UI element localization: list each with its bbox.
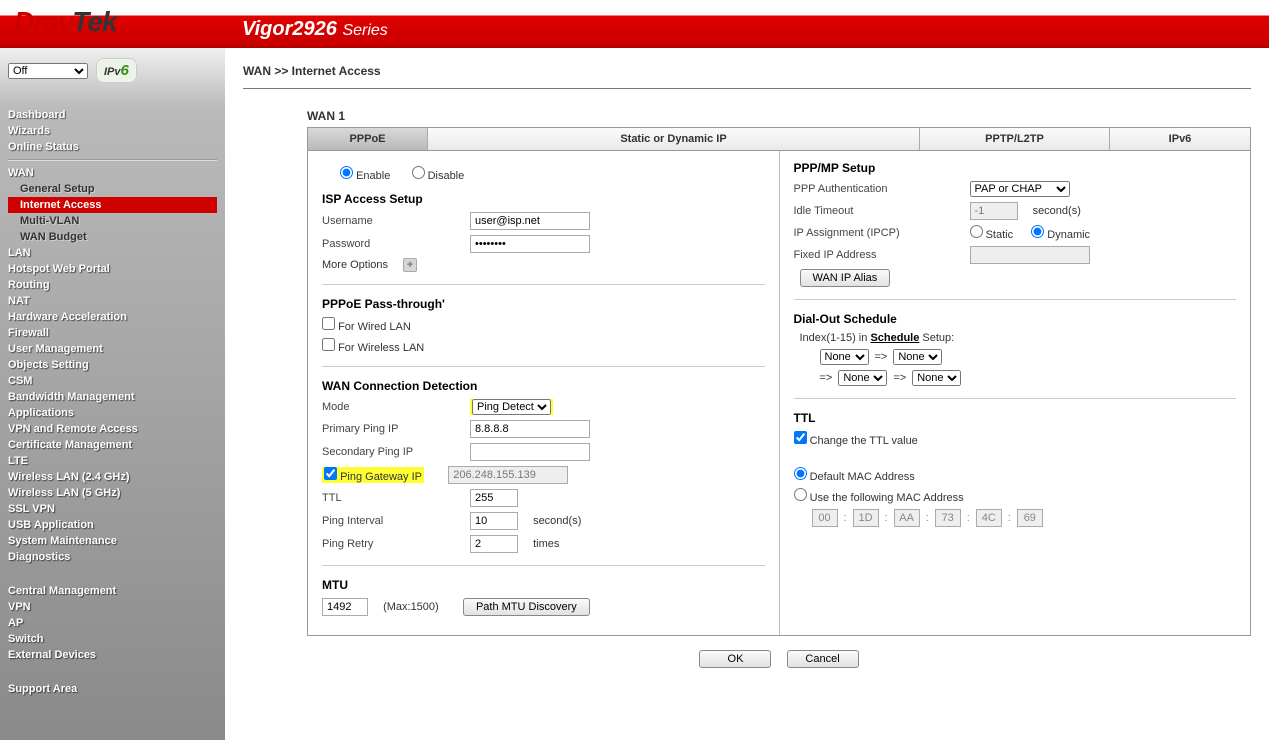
nav-support-area[interactable]: Support Area — [8, 681, 217, 697]
model-label: Vigor2926 Series — [242, 18, 388, 41]
ttl-title: TTL — [794, 411, 1237, 425]
fixed-ip[interactable] — [970, 246, 1090, 264]
sched-4[interactable]: None — [912, 370, 961, 386]
nav-wireless-lan-2-4-ghz-[interactable]: Wireless LAN (2.4 GHz) — [8, 469, 217, 485]
nav-ap[interactable]: AP — [8, 615, 217, 631]
wired-lan-checkbox[interactable]: For Wired LAN — [322, 317, 411, 333]
nav-diagnostics[interactable]: Diagnostics — [8, 549, 217, 565]
cancel-button[interactable]: Cancel — [787, 650, 859, 668]
ipv6-badge[interactable]: IPv6 — [96, 58, 137, 83]
primary-ping-ip[interactable] — [470, 420, 590, 438]
nav-hardware-acceleration[interactable]: Hardware Acceleration — [8, 309, 217, 325]
nav-applications[interactable]: Applications — [8, 405, 217, 421]
nav-firewall[interactable]: Firewall — [8, 325, 217, 341]
mac-oct-3[interactable] — [935, 509, 961, 527]
mac-oct-5[interactable] — [1017, 509, 1043, 527]
default-mac-radio[interactable]: Default MAC Address — [794, 467, 915, 483]
idle-timeout[interactable] — [970, 202, 1018, 220]
breadcrumb: WAN >> Internet Access — [243, 58, 1251, 89]
ipcp-static[interactable]: Static — [970, 225, 1014, 241]
nav-certificate-management[interactable]: Certificate Management — [8, 437, 217, 453]
nav-wireless-lan-5-ghz-[interactable]: Wireless LAN (5 GHz) — [8, 485, 217, 501]
nav-multi-vlan[interactable]: Multi-VLAN — [8, 213, 217, 229]
secondary-ping-ip[interactable] — [470, 443, 590, 461]
nav-nat[interactable]: NAT — [8, 293, 217, 309]
nav-system-maintenance[interactable]: System Maintenance — [8, 533, 217, 549]
tab-pppoe[interactable]: PPPoE — [308, 128, 428, 150]
more-options-icon[interactable]: + — [403, 258, 417, 272]
wcd-title: WAN Connection Detection — [322, 379, 765, 393]
nav-objects-setting[interactable]: Objects Setting — [8, 357, 217, 373]
nav-vpn[interactable]: VPN — [8, 599, 217, 615]
nav-csm[interactable]: CSM — [8, 373, 217, 389]
nav-switch[interactable]: Switch — [8, 631, 217, 647]
gateway-ip — [448, 466, 568, 484]
mode-select[interactable]: Off — [8, 63, 88, 79]
ping-gateway-checkbox[interactable]: Ping Gateway IP — [324, 471, 422, 483]
sidebar: Off IPv6 DashboardWizardsOnline Status WA… — [0, 48, 225, 740]
ping-interval[interactable] — [470, 512, 518, 530]
wireless-lan-checkbox[interactable]: For Wireless LAN — [322, 338, 424, 354]
ppp-title: PPP/MP Setup — [794, 161, 1237, 175]
schedule-link[interactable]: Schedule — [870, 332, 919, 344]
tab-bar: PPPoEStatic or Dynamic IPPPTP/L2TPIPv6 — [307, 127, 1251, 150]
mac-oct-1[interactable] — [853, 509, 879, 527]
username-field[interactable] — [470, 212, 590, 230]
nav-user-management[interactable]: User Management — [8, 341, 217, 357]
ipcp-dynamic[interactable]: Dynamic — [1031, 225, 1090, 241]
tab-pptp-l2tp[interactable]: PPTP/L2TP — [920, 128, 1110, 150]
nav-usb-application[interactable]: USB Application — [8, 517, 217, 533]
ttl-field[interactable] — [470, 489, 518, 507]
sched-2[interactable]: None — [893, 349, 942, 365]
mac-oct-4[interactable] — [976, 509, 1002, 527]
sched-title: Dial-Out Schedule — [794, 312, 1237, 326]
nav-wizards[interactable]: Wizards — [8, 123, 217, 139]
custom-mac-radio[interactable]: Use the following MAC Address — [794, 488, 964, 504]
isp-title: ISP Access Setup — [322, 192, 765, 206]
main-content: WAN >> Internet Access WAN 1 PPPoEStatic… — [225, 48, 1269, 740]
nav-hotspot-web-portal[interactable]: Hotspot Web Portal — [8, 261, 217, 277]
nav-general-setup[interactable]: General Setup — [8, 181, 217, 197]
password-field[interactable] — [470, 235, 590, 253]
tab-static-or-dynamic-ip[interactable]: Static or Dynamic IP — [428, 128, 920, 150]
change-ttl-checkbox[interactable]: Change the TTL value — [794, 431, 918, 447]
mode-select[interactable]: Ping Detect — [472, 399, 551, 415]
nav-ssl-vpn[interactable]: SSL VPN — [8, 501, 217, 517]
ping-retry[interactable] — [470, 535, 518, 553]
passthrough-title: PPPoE Pass-through' — [322, 297, 765, 311]
sched-1[interactable]: None — [820, 349, 869, 365]
enable-radio[interactable]: Enable — [340, 166, 390, 182]
nav-online-status[interactable]: Online Status — [8, 139, 217, 155]
nav-external-devices[interactable]: External Devices — [8, 647, 217, 663]
nav-routing[interactable]: Routing — [8, 277, 217, 293]
nav-dashboard[interactable]: Dashboard — [8, 107, 217, 123]
left-column: Enable Disable ISP Access Setup Username… — [308, 151, 779, 635]
nav-central-management[interactable]: Central Management — [8, 583, 217, 599]
right-column: PPP/MP Setup PPP Authentication PAP or C… — [779, 151, 1251, 635]
nav-internet-access[interactable]: Internet Access — [8, 197, 217, 213]
nav-wan[interactable]: WAN — [8, 165, 217, 181]
disable-radio[interactable]: Disable — [412, 166, 465, 182]
mtu-field[interactable] — [322, 598, 368, 616]
mac-octets: ::::: — [794, 509, 1237, 527]
mac-oct-0[interactable] — [812, 509, 838, 527]
nav-lan[interactable]: LAN — [8, 245, 217, 261]
nav-vpn-and-remote-access[interactable]: VPN and Remote Access — [8, 421, 217, 437]
nav-bandwidth-management[interactable]: Bandwidth Management — [8, 389, 217, 405]
wan-title: WAN 1 — [307, 109, 1251, 123]
header: DrayTek Vigor2926 Series — [0, 0, 1269, 48]
tab-ipv6[interactable]: IPv6 — [1110, 128, 1250, 150]
mac-oct-2[interactable] — [894, 509, 920, 527]
path-mtu-button[interactable]: Path MTU Discovery — [463, 598, 590, 616]
mtu-title: MTU — [322, 578, 765, 592]
nav-wan-budget[interactable]: WAN Budget — [8, 229, 217, 245]
ok-button[interactable]: OK — [699, 650, 771, 668]
ppp-auth-select[interactable]: PAP or CHAP — [970, 181, 1070, 197]
nav-lte[interactable]: LTE — [8, 453, 217, 469]
wan-ip-alias-button[interactable]: WAN IP Alias — [800, 269, 891, 287]
sched-3[interactable]: None — [838, 370, 887, 386]
brand-logo: DrayTek — [14, 6, 116, 38]
